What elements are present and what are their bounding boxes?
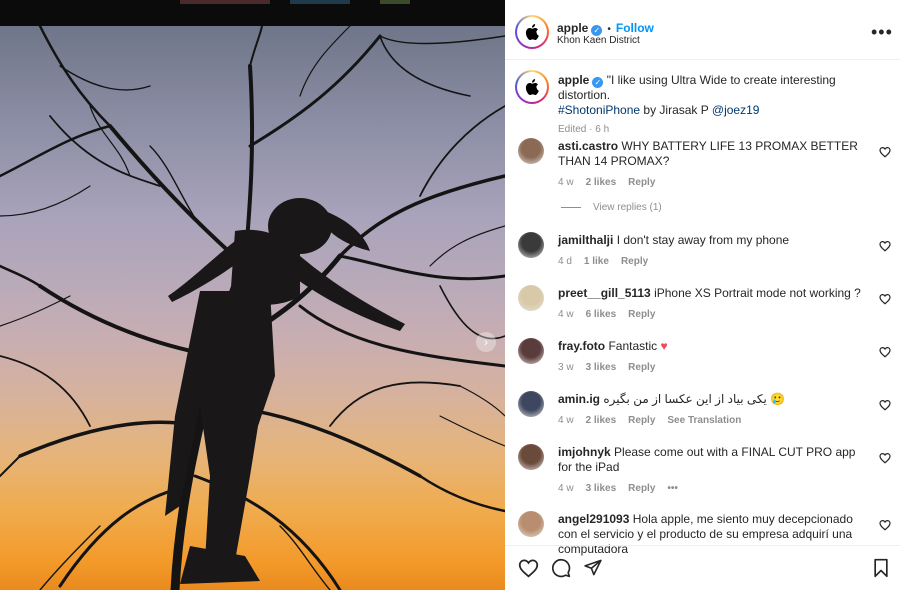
comment-body: imjohnyk Please come out with a FINAL CU… xyxy=(558,445,863,494)
carousel-next-button[interactable]: › xyxy=(476,332,496,352)
bookmark-icon[interactable] xyxy=(872,558,890,578)
comment-username[interactable]: asti.castro xyxy=(558,139,618,153)
comment-content: iPhone XS Portrait mode not working ? xyxy=(654,286,861,300)
comment-time: 4 w xyxy=(558,177,574,188)
comment-time: 4 d xyxy=(558,256,572,267)
comment-more-button[interactable]: ••• xyxy=(667,483,678,494)
comment-likes[interactable]: 1 like xyxy=(584,256,609,267)
comment-text: jamilthalji I don't stay away from my ph… xyxy=(558,233,863,248)
reply-button[interactable]: Reply xyxy=(628,177,655,188)
caption-credit: by Jirasak P xyxy=(640,103,712,117)
comment-username[interactable]: fray.foto xyxy=(558,339,605,353)
like-comment-heart-icon[interactable] xyxy=(879,519,891,531)
comment-likes[interactable]: 3 likes xyxy=(586,483,617,494)
comment-time: 4 w xyxy=(558,415,574,426)
reply-button[interactable]: Reply xyxy=(628,483,655,494)
avatar[interactable] xyxy=(518,338,544,364)
view-replies-label: View replies (1) xyxy=(593,202,662,213)
more-options-button[interactable]: ••• xyxy=(871,22,893,43)
avatar[interactable] xyxy=(518,138,544,164)
comment-username[interactable]: angel291093 xyxy=(558,512,629,526)
comment-text: asti.castro WHY BATTERY LIFE 13 PROMAX B… xyxy=(558,139,863,169)
caption-username[interactable]: apple xyxy=(558,73,589,87)
avatar[interactable] xyxy=(518,444,544,470)
mention-link[interactable]: @joez19 xyxy=(712,103,760,117)
avatar[interactable] xyxy=(518,232,544,258)
caption-text: apple ✓ "I like using Ultra Wide to creat… xyxy=(558,73,888,118)
like-comment-heart-icon[interactable] xyxy=(879,293,891,305)
reply-button[interactable]: Reply xyxy=(628,362,655,373)
comment-body: fray.foto Fantastic ♥ 3 w 3 likes Reply xyxy=(558,339,863,373)
red-heart-emoji-icon: ♥ xyxy=(660,339,668,353)
separator-dot: • xyxy=(607,24,611,35)
comment-meta: 4 w 3 likes Reply ••• xyxy=(558,483,863,494)
comment-meta: 4 w 2 likes Reply xyxy=(558,177,863,188)
comment-likes[interactable]: 6 likes xyxy=(586,309,617,320)
comment-body: amin.ig یکی بیاد از این عکسا از من بگیره… xyxy=(558,392,863,426)
media-top-strip xyxy=(0,0,505,26)
like-comment-heart-icon[interactable] xyxy=(879,452,891,464)
avatar[interactable] xyxy=(515,15,549,49)
view-replies-button[interactable]: View replies (1) xyxy=(561,202,662,213)
replies-divider xyxy=(561,206,581,208)
comment-username[interactable]: amin.ig xyxy=(558,392,600,406)
comment-meta: 4 w 2 likes Reply See Translation xyxy=(558,415,863,426)
caption-avatar[interactable] xyxy=(515,70,549,104)
comment-username[interactable]: imjohnyk xyxy=(558,445,611,459)
reply-button[interactable]: Reply xyxy=(621,256,648,267)
comment-username[interactable]: jamilthalji xyxy=(558,233,613,247)
like-comment-heart-icon[interactable] xyxy=(879,240,891,252)
apple-logo-icon xyxy=(525,24,539,40)
reply-button[interactable]: Reply xyxy=(628,309,655,320)
comment-content: یکی بیاد از این عکسا از من بگیره 🥲 xyxy=(603,392,786,406)
like-comment-heart-icon[interactable] xyxy=(879,399,891,411)
comment-icon[interactable] xyxy=(551,558,571,578)
apple-logo-icon xyxy=(525,79,539,95)
comment-time: 4 w xyxy=(558,483,574,494)
comment-content: Fantastic xyxy=(608,339,661,353)
tree-silhouette xyxy=(0,26,505,590)
post-photo xyxy=(0,26,505,590)
comment-likes[interactable]: 2 likes xyxy=(586,415,617,426)
comment-content: I don't stay away from my phone xyxy=(616,233,790,247)
comment-body: asti.castro WHY BATTERY LIFE 13 PROMAX B… xyxy=(558,139,863,188)
follow-button[interactable]: Follow xyxy=(616,21,654,35)
avatar[interactable] xyxy=(518,391,544,417)
post-username[interactable]: apple xyxy=(557,21,588,35)
heart-icon[interactable] xyxy=(518,558,539,578)
comment-time: 4 w xyxy=(558,309,574,320)
post-header: apple ✓ • Follow Khon Kaen District ••• xyxy=(505,0,900,60)
like-comment-heart-icon[interactable] xyxy=(879,346,891,358)
comment-meta: 4 d 1 like Reply xyxy=(558,256,863,267)
reply-button[interactable]: Reply xyxy=(628,415,655,426)
comment-username[interactable]: preet__gill_5113 xyxy=(558,286,651,300)
comment-text: preet__gill_5113 iPhone XS Portrait mode… xyxy=(558,286,863,301)
see-translation-link[interactable]: See Translation xyxy=(667,415,741,426)
share-icon[interactable] xyxy=(583,558,603,577)
caption-meta: Edited · 6 h xyxy=(558,124,610,135)
comment-text: fray.foto Fantastic ♥ xyxy=(558,339,863,354)
post-media: › xyxy=(0,0,505,590)
avatar[interactable] xyxy=(518,511,544,537)
comment-body: preet__gill_5113 iPhone XS Portrait mode… xyxy=(558,286,863,320)
avatar[interactable] xyxy=(518,285,544,311)
chevron-right-icon: › xyxy=(484,335,488,349)
post-panel: apple ✓ • Follow Khon Kaen District ••• app… xyxy=(505,0,900,590)
comment-meta: 4 w 6 likes Reply xyxy=(558,309,863,320)
like-comment-heart-icon[interactable] xyxy=(879,146,891,158)
verified-icon: ✓ xyxy=(592,77,604,88)
action-bar xyxy=(505,545,900,590)
comment-text: amin.ig یکی بیاد از این عکسا از من بگیره… xyxy=(558,392,863,407)
comment-time: 3 w xyxy=(558,362,574,373)
comment-text: imjohnyk Please come out with a FINAL CU… xyxy=(558,445,863,475)
comment-likes[interactable]: 3 likes xyxy=(586,362,617,373)
comment-meta: 3 w 3 likes Reply xyxy=(558,362,863,373)
hashtag-link[interactable]: #ShotoniPhone xyxy=(558,103,640,117)
post-location[interactable]: Khon Kaen District xyxy=(557,35,640,46)
comment-likes[interactable]: 2 likes xyxy=(586,177,617,188)
comment-body: jamilthalji I don't stay away from my ph… xyxy=(558,233,863,267)
